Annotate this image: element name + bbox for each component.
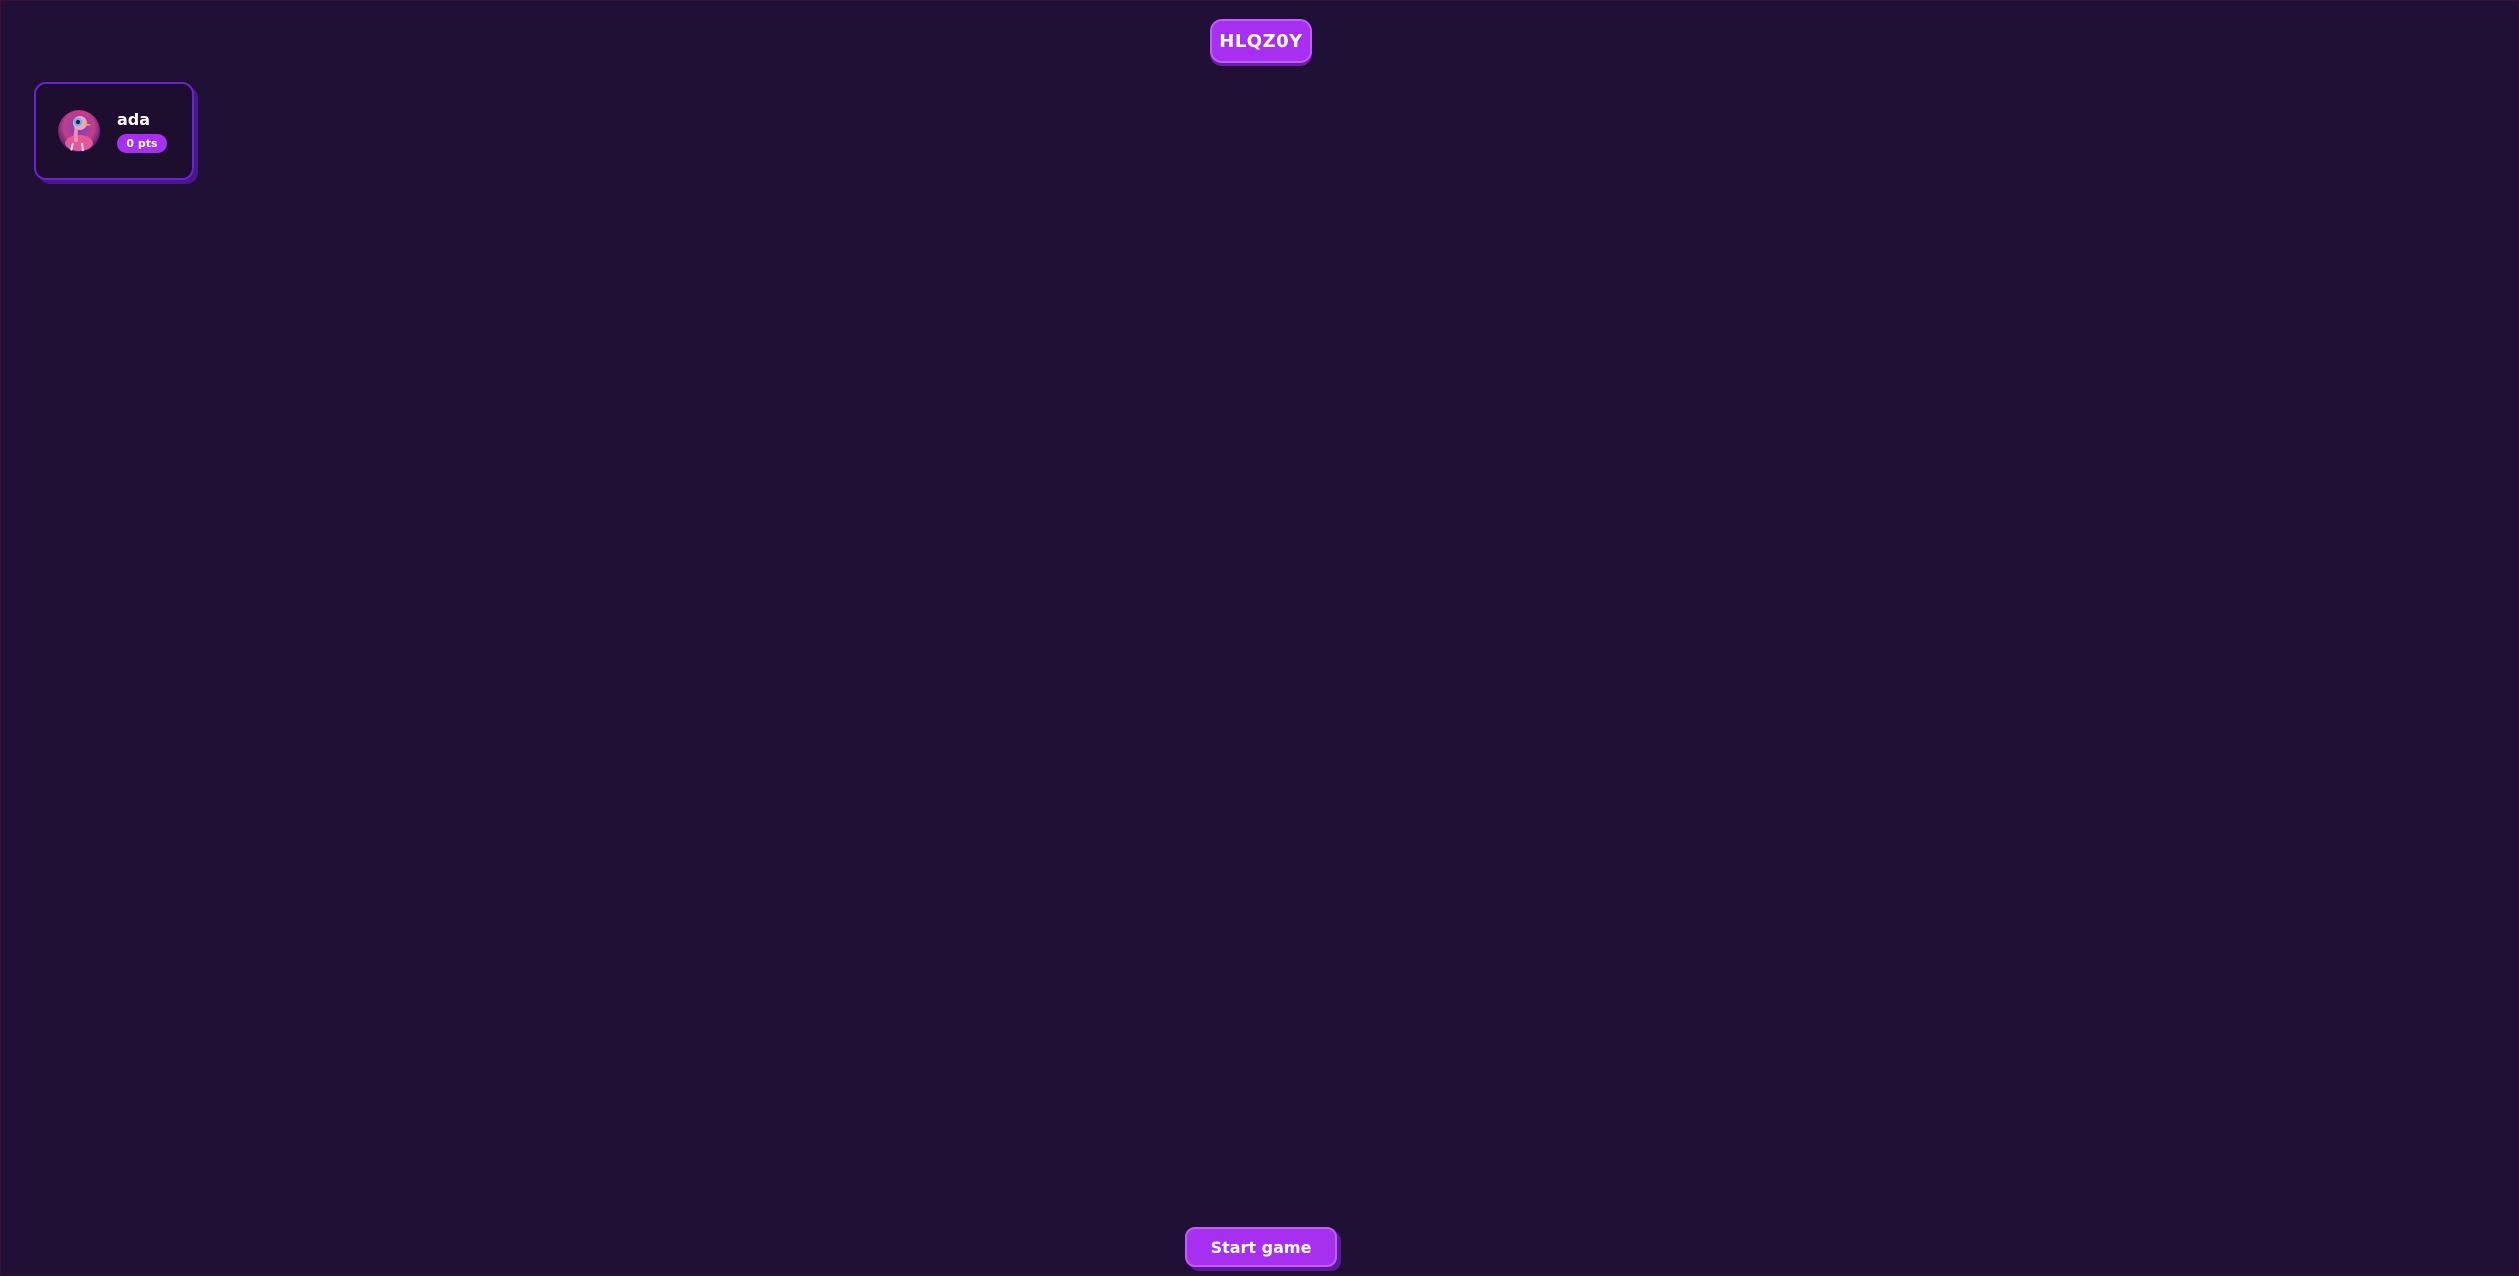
player-score-badge: 0 pts (117, 134, 167, 153)
player-name: ada (117, 110, 151, 129)
start-game-button[interactable]: Start game (1185, 1227, 1337, 1267)
ostrich-avatar-icon (58, 110, 100, 152)
room-code-badge[interactable]: HLQZ0Y (1210, 19, 1312, 63)
player-card: ada 0 pts (34, 82, 194, 180)
game-lobby: HLQZ0Y ada 0 pts Start game (0, 0, 2519, 1276)
